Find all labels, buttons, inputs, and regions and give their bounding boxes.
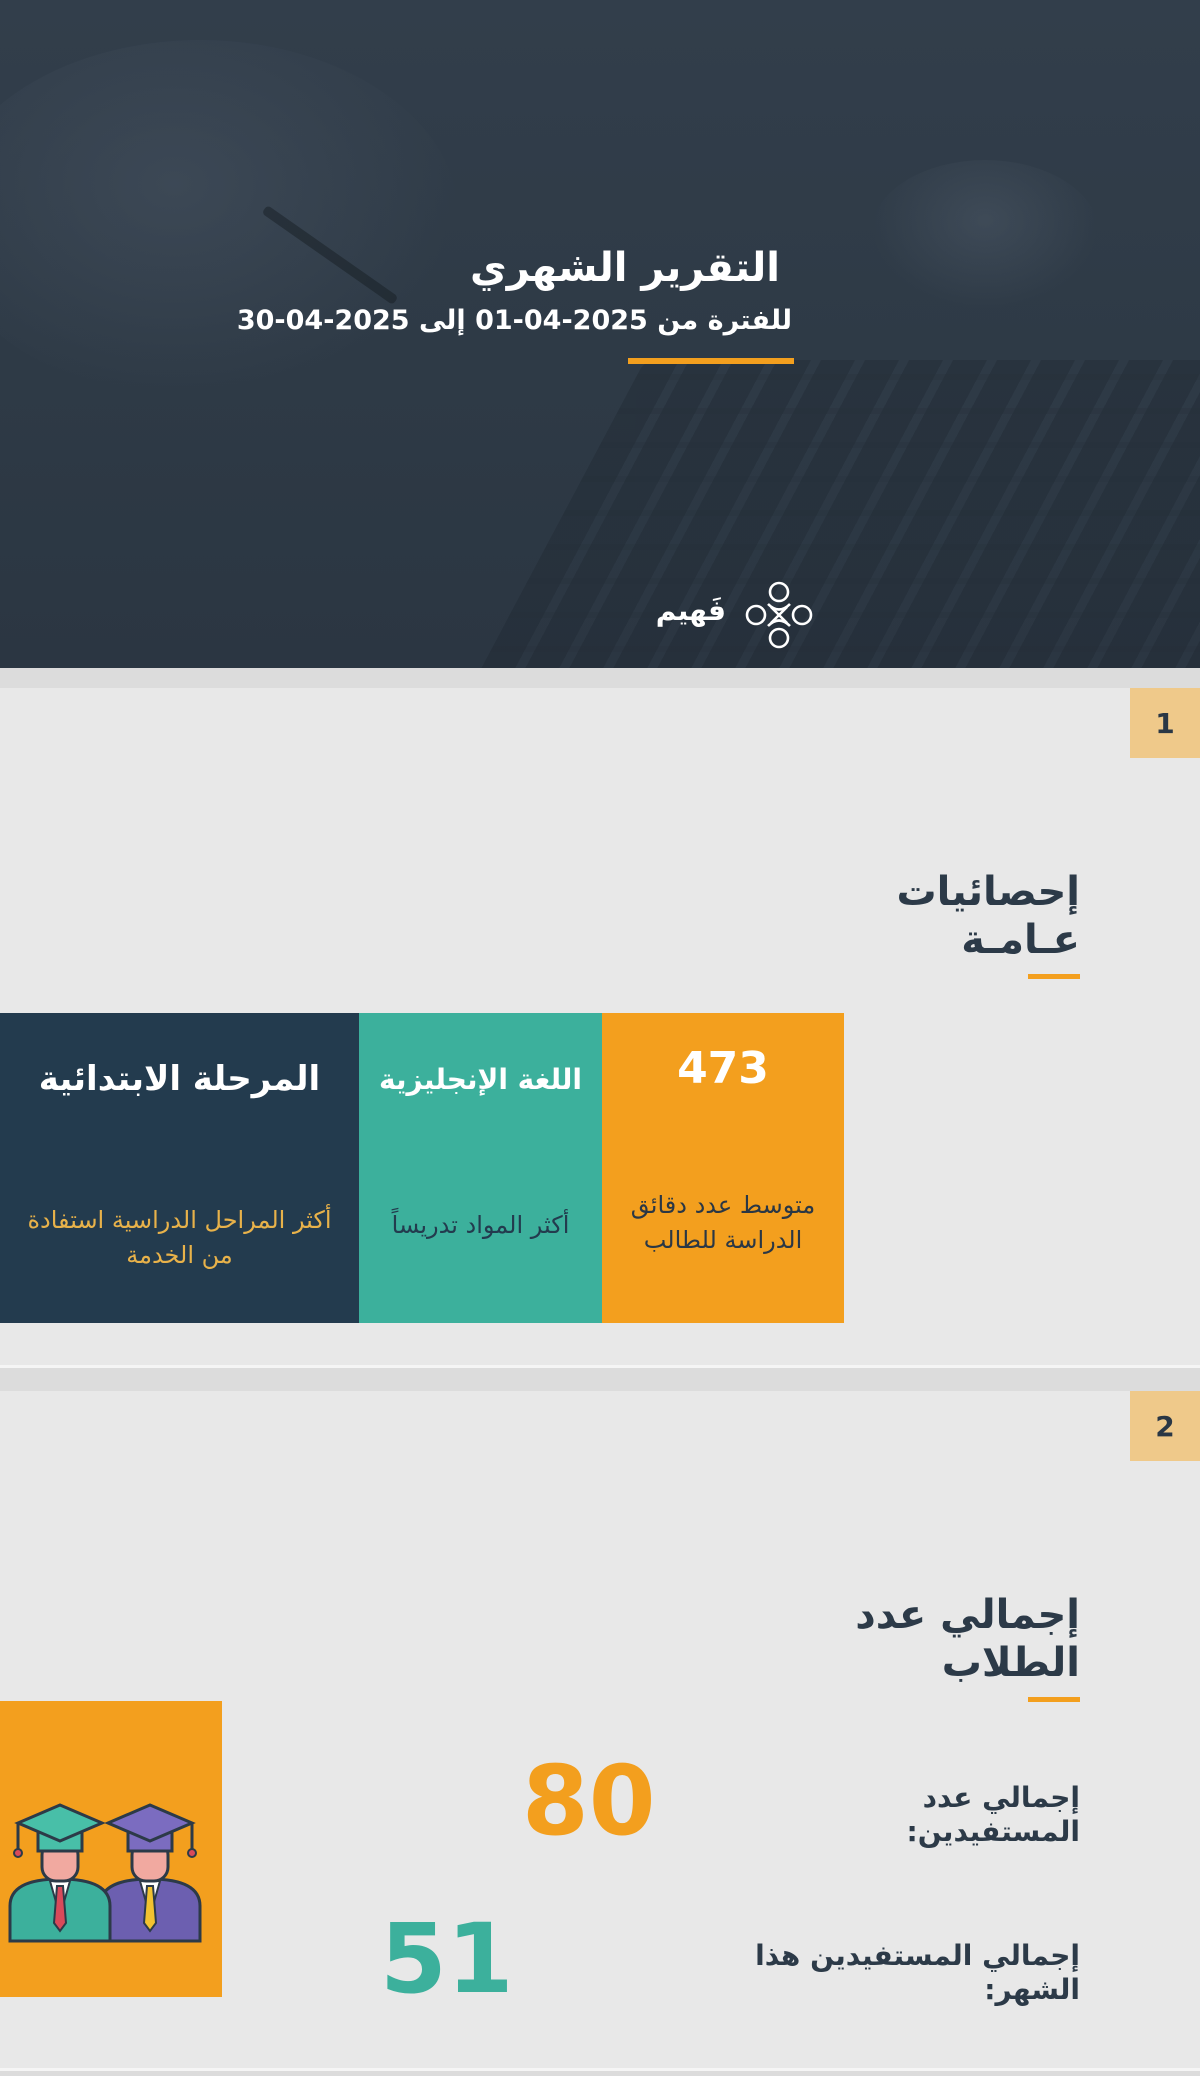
illustration-panel [0, 1701, 222, 1997]
background-keyboard [474, 360, 1200, 668]
background-cup [870, 160, 1100, 310]
graduates-icon [8, 1803, 202, 1943]
metric-value-month: 51 [380, 1903, 514, 2015]
section-title: إجمالي عدد الطلاب [855, 1592, 1080, 1686]
metric-label-month: إجمالي المستفيدين هذا الشهر: [755, 1939, 1080, 2006]
slide-number-badge: 1 [1130, 688, 1200, 758]
stat-card-top-subject: اللغة الإنجليزية أكثر المواد تدريساً [359, 1013, 602, 1323]
title-underline [1028, 1697, 1080, 1702]
stat-value: 473 [677, 1043, 769, 1094]
background-hand-photo [0, 40, 460, 400]
metric-label-total: إجمالي عدد المستفيدين: [906, 1781, 1080, 1848]
stat-description: متوسط عدد دقائق الدراسة للطالب [630, 1191, 816, 1254]
stat-value: المرحلة الابتدائية [38, 1059, 321, 1099]
title-underline [628, 358, 794, 364]
stat-card-avg-minutes: 473 متوسط عدد دقائق الدراسة للطالب [602, 1013, 844, 1323]
report-title: التقرير الشهري [470, 245, 780, 291]
title-underline [1028, 974, 1080, 979]
report-cover: التقرير الشهري للفترة من 2025-04-01 إلى … [0, 0, 1200, 668]
stat-card-top-stage: المرحلة الابتدائية أكثر المراحل الدراسية… [0, 1013, 359, 1323]
stat-value: اللغة الإنجليزية [379, 1063, 582, 1096]
metric-value-total: 80 [522, 1745, 656, 1857]
slide-number-badge: 2 [1130, 1391, 1200, 1461]
slide-total-students: 2 إجمالي عدد الطلاب إجمالي عدد المستفيدي… [0, 1391, 1200, 2071]
brand-logo: فَهيم [626, 578, 816, 652]
stat-description: أكثر المواد تدريساً [391, 1211, 570, 1239]
report-period: للفترة من 2025-04-01 إلى 2025-04-30 [236, 305, 792, 336]
section-title: إحصائيات عـامـة [896, 869, 1080, 963]
logo-mark-icon [745, 581, 813, 649]
logo-text: فَهيم [655, 594, 726, 627]
stat-description: أكثر المراحل الدراسية استفادة من الخدمة [27, 1206, 332, 1269]
slide-general-statistics: 1 إحصائيات عـامـة 473 متوسط عدد دقائق ال… [0, 688, 1200, 1368]
